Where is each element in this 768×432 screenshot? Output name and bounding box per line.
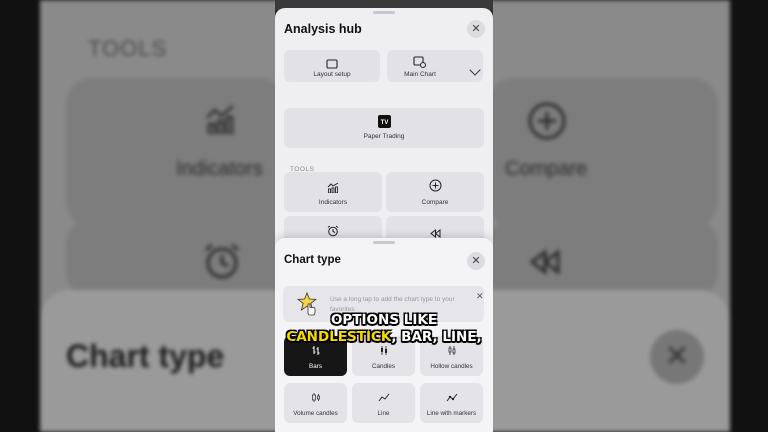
phone-screen: Analysis hub ✕ Layout setup Main Chart T… xyxy=(275,0,493,432)
chart-type-label: Volume candles xyxy=(293,410,338,417)
volume-candles-icon xyxy=(284,390,347,408)
bg-tools-label: TOOLS xyxy=(88,36,168,61)
chart-type-label: Line xyxy=(377,410,390,417)
close-analysis-hub-button[interactable]: ✕ xyxy=(467,20,485,38)
chart-type-line-with-markers[interactable]: Line with markers xyxy=(420,383,483,423)
video-caption: OPTIONS LIKE CANDLESTICK, BAR, LINE, xyxy=(268,312,500,346)
bg-indicators-icon xyxy=(206,105,234,134)
caption-line-1: OPTIONS LIKE xyxy=(330,312,438,328)
compare-plus-icon xyxy=(386,179,484,197)
tradingview-logo-icon: TV xyxy=(284,115,484,133)
close-chart-type-button[interactable]: ✕ xyxy=(467,252,485,270)
indicators-button[interactable]: Indicators xyxy=(284,172,382,212)
bg-compare-icon xyxy=(528,102,566,140)
main-chart-label: Main Chart xyxy=(404,71,436,78)
close-icon: ✕ xyxy=(471,23,481,35)
sheet-handle[interactable] xyxy=(373,11,395,14)
line-icon xyxy=(352,390,415,408)
chart-type-sheet-handle[interactable] xyxy=(373,241,395,244)
bg-indicators-label: Indicators xyxy=(176,158,263,180)
bg-replay-icon xyxy=(530,248,560,276)
chart-type-line[interactable]: Line xyxy=(352,383,415,423)
chart-type-label: Bars xyxy=(309,363,322,370)
chart-type-volume-candles[interactable]: Volume candles xyxy=(284,383,347,423)
analysis-hub-title: Analysis hub xyxy=(284,22,362,36)
dismiss-hint-icon[interactable]: ✕ xyxy=(476,291,484,302)
bg-close-icon: ✕ xyxy=(650,330,704,384)
chart-type-label: Candles xyxy=(371,363,396,370)
bg-chart-type-label: Chart type xyxy=(66,338,225,374)
caption-highlight: CANDLESTICK xyxy=(286,329,392,345)
close-icon: ✕ xyxy=(471,255,481,267)
caption-rest: , BAR, LINE, xyxy=(391,329,482,345)
chart-type-label: Hollow candles xyxy=(430,363,473,370)
compare-button[interactable]: Compare xyxy=(386,172,484,212)
chart-type-label: Line with markers xyxy=(426,410,477,417)
paper-trading-label: Paper Trading xyxy=(363,133,405,140)
main-chart-button[interactable]: Main Chart xyxy=(387,50,483,82)
paper-trading-button[interactable]: TV Paper Trading xyxy=(284,108,484,148)
svg-text:TV: TV xyxy=(380,120,388,126)
bg-alarm-icon xyxy=(205,243,239,279)
line-with-markers-icon xyxy=(420,390,483,408)
indicators-label: Indicators xyxy=(318,199,348,206)
indicators-icon xyxy=(284,180,382,198)
caption-line-2: CANDLESTICK, BAR, LINE, xyxy=(268,329,500,346)
chart-type-title: Chart type xyxy=(284,254,341,266)
compare-label: Compare xyxy=(421,199,449,206)
bg-compare-label: Compare xyxy=(505,158,588,180)
